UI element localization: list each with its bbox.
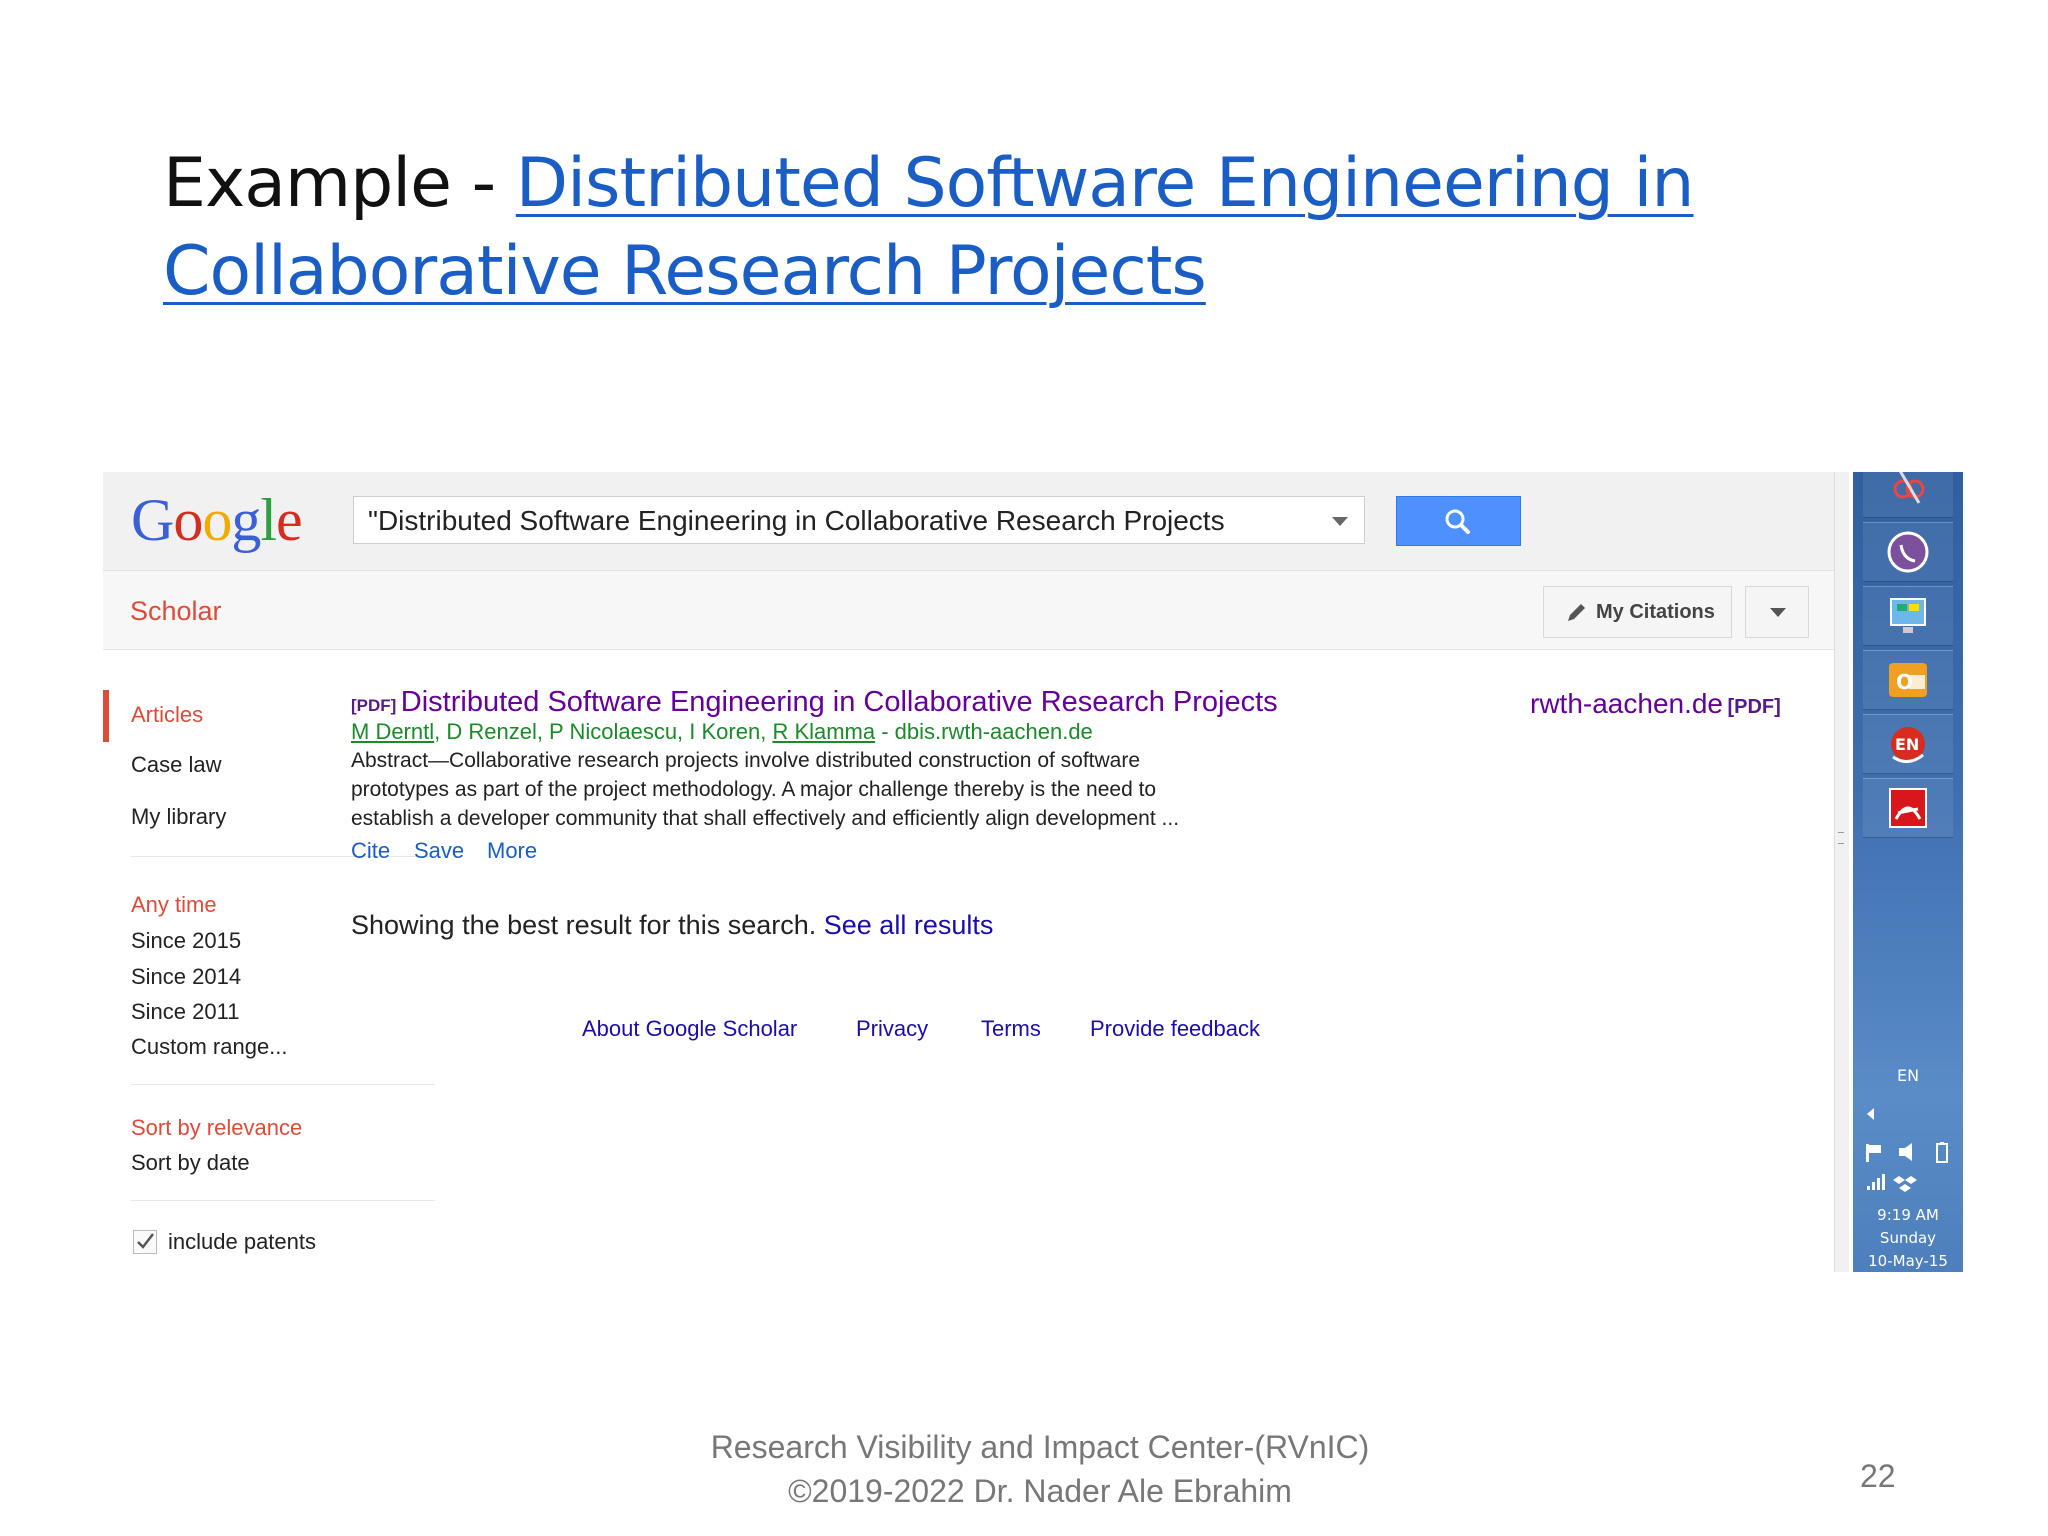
outlook-icon[interactable]: O — [1863, 650, 1953, 710]
pdf-side-link[interactable]: rwth-aachen.de [PDF] — [1530, 688, 1781, 720]
divider — [131, 1084, 435, 1085]
footer-line-2: ©2019-2022 Dr. Nader Ale Ebrahim — [788, 1473, 1292, 1509]
search-icon — [1445, 509, 1470, 534]
search-button[interactable] — [1396, 496, 1521, 546]
my-citations-button[interactable]: My Citations — [1543, 586, 1732, 638]
more-link[interactable]: More — [487, 838, 537, 864]
result-snippet-line: establish a developer community that sha… — [351, 807, 1180, 830]
clock-day[interactable]: Sunday — [1853, 1229, 1963, 1247]
sort-by-relevance[interactable]: Sort by relevance — [131, 1115, 302, 1141]
result-snippet-line: prototypes as part of the project method… — [351, 778, 1157, 801]
scrollbar-grip[interactable] — [1838, 832, 1844, 844]
check-icon — [137, 1233, 154, 1249]
vertical-scrollbar[interactable] — [1834, 472, 1849, 1272]
footer-link-privacy[interactable]: Privacy — [856, 1016, 928, 1042]
clock-time[interactable]: 9:19 AM — [1853, 1206, 1963, 1224]
translator-icon[interactable]: EN — [1863, 714, 1953, 774]
author-link-klamma[interactable]: R Klamma — [772, 719, 875, 744]
divider — [131, 1200, 435, 1201]
show-hidden-icons-arrow[interactable] — [1867, 1108, 1874, 1120]
see-all-results-link[interactable]: See all results — [824, 910, 994, 940]
result-title-row: [PDF] Distributed Software Engineering i… — [351, 686, 1278, 719]
sidebar-item-case-law[interactable]: Case law — [131, 752, 221, 778]
volume-icon — [1899, 1143, 1912, 1161]
tray-icons — [1866, 1142, 1948, 1192]
filter-any-time[interactable]: Any time — [131, 892, 217, 918]
filter-since-2014[interactable]: Since 2014 — [131, 964, 241, 990]
cite-link[interactable]: Cite — [351, 838, 390, 864]
scholar-screenshot: Google "Distributed Software Engineering… — [103, 472, 1963, 1272]
viber-icon[interactable] — [1863, 522, 1953, 582]
pdf-tag: [PDF] — [351, 696, 397, 715]
acrobat-icon[interactable] — [1863, 778, 1953, 838]
clock-date[interactable]: 10-May-15 — [1853, 1252, 1963, 1270]
include-patents-checkbox[interactable] — [133, 1230, 157, 1254]
search-input[interactable]: "Distributed Software Engineering in Col… — [353, 496, 1365, 544]
chevron-down-icon — [1770, 608, 1786, 617]
scholar-label[interactable]: Scholar — [130, 596, 222, 627]
save-link[interactable]: Save — [414, 838, 464, 864]
result-authors: M Derntl, D Renzel, P Nicolaescu, I Kore… — [351, 719, 1093, 744]
author-link-derntl[interactable]: M Derntl — [351, 719, 434, 744]
footer-link-terms[interactable]: Terms — [981, 1016, 1041, 1042]
slide-title: Example - Distributed Software Engineeri… — [163, 140, 1803, 316]
snipping-tool-icon[interactable] — [1863, 472, 1953, 518]
include-patents-label: include patents — [168, 1229, 316, 1254]
title-prefix: Example - — [163, 144, 516, 223]
flag-icon — [1866, 1144, 1881, 1162]
active-indicator — [103, 690, 109, 742]
sort-by-date[interactable]: Sort by date — [131, 1150, 250, 1176]
chevron-down-icon[interactable] — [1332, 517, 1348, 526]
remote-desktop-icon[interactable] — [1863, 586, 1953, 646]
best-result-message: Showing the best result for this search.… — [351, 910, 994, 940]
page-number: 22 — [1860, 1458, 1896, 1494]
sidebar-item-articles[interactable]: Articles — [131, 702, 203, 728]
dropbox-icon — [1893, 1176, 1917, 1192]
filter-since-2015[interactable]: Since 2015 — [131, 928, 241, 954]
footer-link-feedback[interactable]: Provide feedback — [1090, 1016, 1260, 1042]
battery-icon — [1936, 1142, 1948, 1163]
filter-since-2011[interactable]: Since 2011 — [131, 999, 239, 1025]
windows-taskbar: O EN EN 9:19 AM Sunday 10-May-15 — [1853, 472, 1963, 1272]
language-indicator[interactable]: EN — [1853, 1066, 1963, 1085]
result-snippet-line: Abstract—Collaborative research projects… — [351, 749, 1141, 772]
result-title-link[interactable]: Distributed Software Engineering in Coll… — [401, 686, 1278, 718]
footer-link-about[interactable]: About Google Scholar — [582, 1016, 797, 1042]
pencil-icon — [1568, 604, 1585, 621]
filter-custom-range[interactable]: Custom range... — [131, 1034, 288, 1060]
account-menu-button[interactable] — [1745, 586, 1809, 638]
signal-icon — [1867, 1174, 1885, 1190]
google-logo[interactable]: Google — [131, 486, 303, 555]
svg-text:EN: EN — [1895, 735, 1919, 754]
sidebar-item-my-library[interactable]: My library — [131, 804, 226, 830]
slide-footer: Research Visibility and Impact Center-(R… — [600, 1425, 1480, 1513]
footer-line-1: Research Visibility and Impact Center-(R… — [710, 1429, 1370, 1465]
